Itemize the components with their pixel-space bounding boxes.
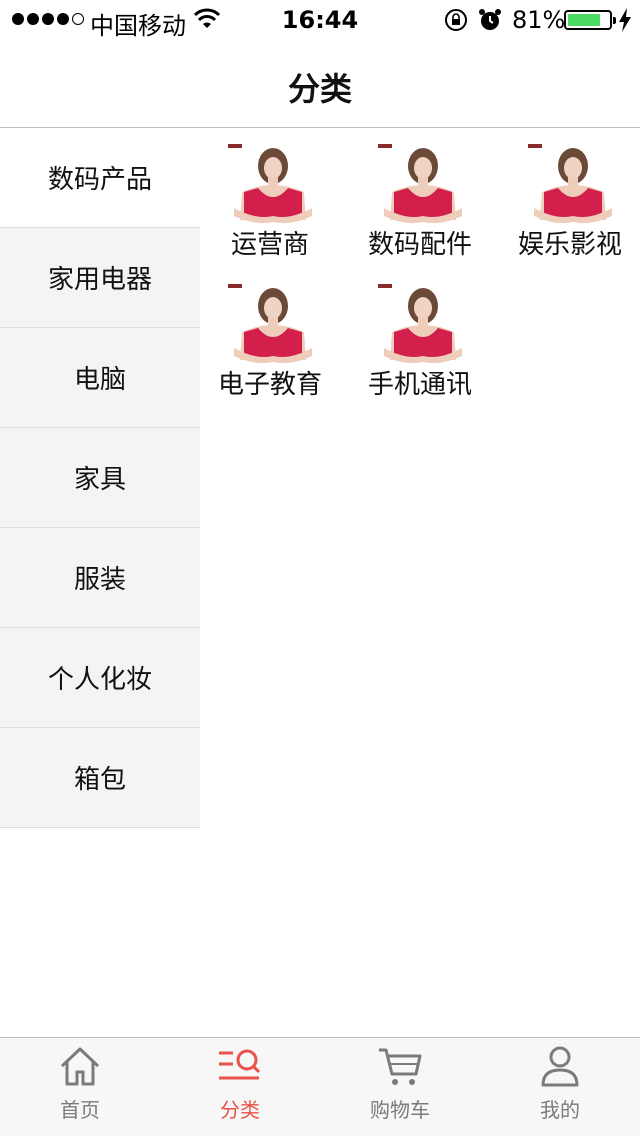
sidebar-item-bags[interactable]: 箱包 — [0, 728, 200, 828]
subcategory-label: 娱乐影视 — [517, 230, 622, 260]
sidebar-item-clothing[interactable]: 服装 — [0, 528, 200, 628]
sidebar-item-cosmetics[interactable]: 个人化妆 — [0, 628, 200, 728]
sidebar-item-label: 电脑 — [73, 365, 126, 395]
tab-profile[interactable]: 我的 — [480, 1038, 640, 1136]
sidebar-item-home-appliances[interactable]: 家用电器 — [0, 228, 200, 328]
tab-label: 首页 — [60, 1098, 100, 1122]
sidebar-item-digital-products[interactable]: 数码产品 — [0, 128, 200, 228]
page-title: 分类 — [287, 70, 352, 108]
product-thumbnail — [526, 142, 620, 226]
sidebar-item-computers[interactable]: 电脑 — [0, 328, 200, 428]
subcategory-entertainment[interactable]: 娱乐影视 — [500, 128, 640, 260]
rotation-lock-icon — [445, 9, 467, 31]
tab-bar: 首页 分类 购物车 我的 — [0, 1037, 640, 1136]
category-sidebar: 数码产品 家用电器 电脑 家具 服装 个人化妆 箱包 — [0, 128, 200, 828]
tab-category[interactable]: 分类 — [160, 1038, 320, 1136]
battery-percent: 81% — [512, 6, 566, 34]
tab-cart[interactable]: 购物车 — [320, 1038, 480, 1136]
battery-icon — [564, 10, 616, 30]
subcategory-label: 手机通讯 — [367, 370, 472, 400]
sidebar-item-label: 服装 — [73, 565, 126, 595]
tab-label: 分类 — [220, 1098, 260, 1122]
product-thumbnail — [226, 142, 320, 226]
product-thumbnail — [376, 282, 470, 366]
subcategory-mobile-communication[interactable]: 手机通讯 — [350, 268, 500, 400]
sidebar-item-furniture[interactable]: 家具 — [0, 428, 200, 528]
profile-icon — [541, 1046, 579, 1087]
product-thumbnail — [376, 142, 470, 226]
home-icon — [60, 1047, 100, 1086]
cart-icon — [379, 1048, 422, 1085]
subcategory-label: 数码配件 — [367, 230, 472, 260]
sidebar-item-label: 箱包 — [73, 765, 126, 795]
tab-label: 我的 — [540, 1098, 580, 1122]
tab-home[interactable]: 首页 — [0, 1038, 160, 1136]
subcategory-digital-accessories[interactable]: 数码配件 — [350, 128, 500, 260]
subcategory-electronic-education[interactable]: 电子教育 — [200, 268, 350, 400]
alarm-icon — [479, 9, 501, 30]
sidebar-item-label: 家用电器 — [47, 265, 152, 295]
sidebar-item-label: 家具 — [73, 465, 126, 495]
subcategory-label: 电子教育 — [217, 370, 322, 400]
category-icon — [219, 1049, 261, 1080]
sidebar-item-label: 个人化妆 — [47, 665, 152, 695]
tab-label: 购物车 — [370, 1098, 430, 1122]
charging-bolt-icon — [619, 8, 631, 32]
subcategory-label: 运营商 — [230, 230, 309, 260]
sidebar-item-label: 数码产品 — [47, 165, 152, 195]
nav-bar: 分类 — [0, 40, 640, 128]
subcategory-carrier[interactable]: 运营商 — [200, 128, 350, 260]
product-thumbnail — [226, 282, 320, 366]
status-bar: 中国移动 16:44 81% — [0, 0, 640, 40]
